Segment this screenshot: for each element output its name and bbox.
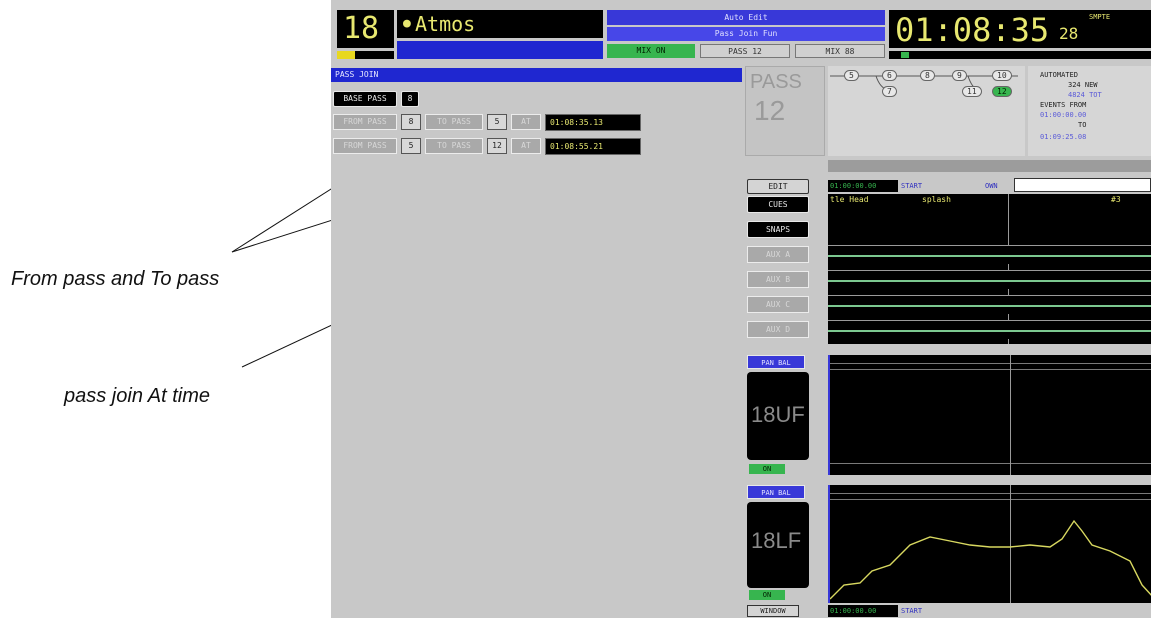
aux-c-track[interactable] bbox=[828, 295, 1151, 314]
at-time-1[interactable]: 01:08:35.13 bbox=[545, 114, 641, 131]
from-to-annotation: From pass and To pass bbox=[11, 268, 220, 290]
cue-text-1: tle Head bbox=[830, 195, 869, 204]
on-button-2[interactable]: ON bbox=[749, 590, 785, 600]
snaps-button[interactable]: SNAPS bbox=[747, 221, 809, 238]
on-button-1[interactable]: ON bbox=[749, 464, 785, 474]
at-time-annotation: pass join At time bbox=[64, 385, 210, 407]
from-pass-button-2[interactable]: FROM PASS bbox=[333, 138, 397, 154]
own-input[interactable] bbox=[1014, 178, 1151, 192]
timecode-frames: 28 bbox=[1059, 24, 1079, 43]
playhead-1[interactable] bbox=[1010, 355, 1011, 475]
aux-b-button[interactable]: AUX B bbox=[747, 271, 809, 288]
tree-node-10[interactable]: 10 bbox=[992, 70, 1012, 81]
cues-button[interactable]: CUES bbox=[747, 196, 809, 213]
at-time-2[interactable]: 01:08:55.21 bbox=[545, 138, 641, 155]
mode-subtitle: Pass Join Fun bbox=[607, 27, 885, 41]
timecode-tag: SMPTE bbox=[1089, 13, 1111, 21]
window-button[interactable]: WINDOW bbox=[747, 605, 799, 617]
mode-title: Auto Edit bbox=[607, 10, 885, 25]
channel-name-display: ● Atmos bbox=[397, 10, 603, 38]
timecode-display: 01:08:35 28 SMPTE bbox=[889, 10, 1151, 49]
edit-button[interactable]: EDIT bbox=[747, 179, 809, 194]
to-pass-value-1[interactable]: 5 bbox=[487, 114, 507, 130]
timeline-start-label: START bbox=[901, 182, 923, 190]
tree-node-8[interactable]: 8 bbox=[920, 70, 935, 81]
channel-display-1: 18UF bbox=[747, 372, 809, 460]
pass-number-panel: PASS 12 bbox=[745, 66, 825, 156]
level-meter bbox=[337, 51, 394, 59]
to-pass-value-2[interactable]: 12 bbox=[487, 138, 507, 154]
graph-area-2[interactable] bbox=[828, 485, 1151, 603]
base-pass-value[interactable]: 8 bbox=[401, 91, 419, 107]
tree-node-12[interactable]: 12 bbox=[992, 86, 1012, 97]
pass-badge[interactable]: PASS 12 bbox=[700, 44, 790, 58]
to-pass-button-2[interactable]: TO PASS bbox=[425, 138, 483, 154]
aux-a-track[interactable] bbox=[828, 245, 1151, 264]
channel-display-2: 18LF bbox=[747, 502, 809, 588]
pan-bal-button-2[interactable]: PAN BAL bbox=[747, 485, 805, 499]
tree-node-9[interactable]: 9 bbox=[952, 70, 967, 81]
aux-b-track[interactable] bbox=[828, 270, 1151, 289]
timeline-start-time: 01:00:00.00 bbox=[828, 180, 898, 192]
at-button-2[interactable]: AT bbox=[511, 138, 541, 154]
tree-node-5[interactable]: 5 bbox=[844, 70, 859, 81]
timecode-progress bbox=[889, 51, 1151, 59]
channel-name-bar bbox=[397, 41, 603, 59]
pass-tree[interactable]: 5 6 7 8 9 10 11 12 bbox=[828, 66, 1025, 156]
mix-on-badge[interactable]: MIX ON bbox=[607, 44, 695, 58]
pan-bal-button-1[interactable]: PAN BAL bbox=[747, 355, 805, 369]
to-pass-button-1[interactable]: TO PASS bbox=[425, 114, 483, 130]
from-pass-button-1[interactable]: FROM PASS bbox=[333, 114, 397, 130]
own-label: OWN bbox=[985, 182, 998, 190]
at-button-1[interactable]: AT bbox=[511, 114, 541, 130]
timecode-main: 01:08:35 bbox=[895, 11, 1050, 49]
footer-start-label: START bbox=[901, 607, 923, 615]
console-screen: 18 ● Atmos Auto Edit Pass Join Fun MIX O… bbox=[331, 0, 1151, 618]
aux-c-button[interactable]: AUX C bbox=[747, 296, 809, 313]
from-pass-value-2[interactable]: 5 bbox=[401, 138, 421, 154]
graph-area-1[interactable] bbox=[828, 355, 1151, 475]
automation-stats: AUTOMATED 324 NEW 4824 TOT EVENTS FROM 0… bbox=[1028, 66, 1151, 156]
cue-text-2: splash bbox=[922, 195, 951, 204]
pass-join-title: PASS JOIN bbox=[331, 68, 742, 82]
mix-off-badge[interactable]: MIX 88 bbox=[795, 44, 885, 58]
cue-text-3: #3 bbox=[1111, 195, 1121, 204]
tree-node-7[interactable]: 7 bbox=[882, 86, 897, 97]
channel-number-display: 18 bbox=[337, 10, 394, 48]
aux-d-button[interactable]: AUX D bbox=[747, 321, 809, 338]
channel-marker-icon: ● bbox=[403, 16, 411, 31]
tree-node-11[interactable]: 11 bbox=[962, 86, 982, 97]
timeline-scrollbar[interactable] bbox=[828, 160, 1151, 172]
aux-a-button[interactable]: AUX A bbox=[747, 246, 809, 263]
footer-start-time: 01:00:00.00 bbox=[828, 605, 898, 617]
base-pass-button[interactable]: BASE PASS bbox=[333, 91, 397, 107]
from-pass-value-1[interactable]: 8 bbox=[401, 114, 421, 130]
tree-node-6[interactable]: 6 bbox=[882, 70, 897, 81]
automation-curve bbox=[830, 519, 1151, 600]
aux-d-track[interactable] bbox=[828, 320, 1151, 339]
